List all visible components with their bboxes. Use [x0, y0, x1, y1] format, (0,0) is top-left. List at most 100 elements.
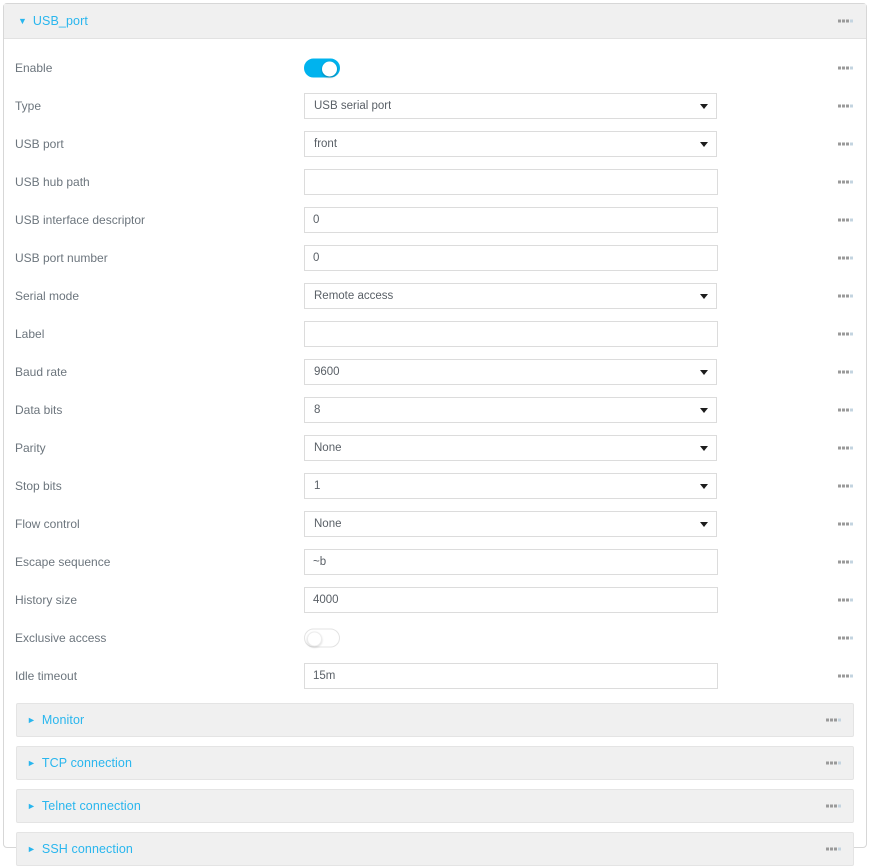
- input-idle-timeout[interactable]: [304, 663, 718, 689]
- drag-handle-icon: [838, 178, 853, 187]
- drag-handle-icon: [838, 64, 853, 73]
- select-serial-mode[interactable]: Remote access: [304, 283, 717, 309]
- row-drag-handle-baud-rate[interactable]: [838, 368, 853, 377]
- row-drag-handle-idle-timeout[interactable]: [838, 672, 853, 681]
- subsection-title-monitor: Monitor: [42, 713, 84, 727]
- chevron-right-icon[interactable]: ►: [27, 716, 36, 725]
- row-drag-handle-flow-control[interactable]: [838, 520, 853, 529]
- select-flow-control[interactable]: None: [304, 511, 717, 537]
- row-drag-handle-usb-port-number[interactable]: [838, 254, 853, 263]
- label-idle-timeout: Idle timeout: [15, 669, 77, 683]
- select-value-flow-control: None: [305, 518, 342, 530]
- subsection-title-tcp-connection: TCP connection: [42, 756, 132, 770]
- form-row-parity: ParityNone: [4, 429, 866, 467]
- drag-handle-icon: [838, 216, 853, 225]
- subsection-drag-handle-tcp-connection[interactable]: [826, 759, 841, 768]
- select-type[interactable]: USB serial port: [304, 93, 717, 119]
- input-label[interactable]: [304, 321, 718, 347]
- form-row-label: Label: [4, 315, 866, 353]
- section-drag-handle[interactable]: [838, 17, 853, 26]
- row-drag-handle-data-bits[interactable]: [838, 406, 853, 415]
- row-drag-handle-enable[interactable]: [838, 64, 853, 73]
- row-drag-handle-usb-interface-descriptor[interactable]: [838, 216, 853, 225]
- row-drag-handle-serial-mode[interactable]: [838, 292, 853, 301]
- input-history-size[interactable]: [304, 587, 718, 613]
- select-stop-bits[interactable]: 1: [304, 473, 717, 499]
- drag-handle-icon: [838, 330, 853, 339]
- field-usb-port-number: [304, 245, 718, 271]
- label-label: Label: [15, 327, 44, 341]
- input-escape-sequence[interactable]: [304, 549, 718, 575]
- toggle-knob: [322, 62, 337, 77]
- row-drag-handle-stop-bits[interactable]: [838, 482, 853, 491]
- subsection-ssh-connection[interactable]: ►SSH connection: [16, 832, 854, 866]
- row-drag-handle-label[interactable]: [838, 330, 853, 339]
- label-enable: Enable: [15, 61, 52, 75]
- toggle-enable[interactable]: [304, 59, 340, 78]
- drag-handle-icon: [838, 17, 853, 26]
- chevron-down-icon: [700, 104, 708, 109]
- select-usb-port[interactable]: front: [304, 131, 717, 157]
- row-drag-handle-escape-sequence[interactable]: [838, 558, 853, 567]
- row-drag-handle-type[interactable]: [838, 102, 853, 111]
- form-row-escape-sequence: Escape sequence: [4, 543, 866, 581]
- label-serial-mode: Serial mode: [15, 289, 79, 303]
- select-value-serial-mode: Remote access: [305, 290, 393, 302]
- subsection-telnet-connection[interactable]: ►Telnet connection: [16, 789, 854, 823]
- label-stop-bits: Stop bits: [15, 479, 62, 493]
- drag-handle-icon: [838, 368, 853, 377]
- row-drag-handle-parity[interactable]: [838, 444, 853, 453]
- field-baud-rate: 9600: [304, 359, 717, 385]
- select-value-data-bits: 8: [305, 404, 320, 416]
- toggle-exclusive-access[interactable]: [304, 629, 340, 648]
- label-usb-hub-path: USB hub path: [15, 175, 90, 189]
- form-row-flow-control: Flow control None: [4, 505, 866, 543]
- section-header-usb-port[interactable]: ▼ USB_port: [4, 4, 866, 39]
- drag-handle-icon: [838, 444, 853, 453]
- label-exclusive-access: Exclusive access: [15, 631, 106, 645]
- row-drag-handle-history-size[interactable]: [838, 596, 853, 605]
- drag-handle-icon: [838, 292, 853, 301]
- field-escape-sequence: [304, 549, 718, 575]
- drag-handle-icon: [838, 140, 853, 149]
- row-drag-handle-usb-hub-path[interactable]: [838, 178, 853, 187]
- field-data-bits: 8: [304, 397, 717, 423]
- select-data-bits[interactable]: 8: [304, 397, 717, 423]
- select-value-usb-port: front: [305, 138, 337, 150]
- row-drag-handle-usb-port[interactable]: [838, 140, 853, 149]
- form-row-type: TypeUSB serial port: [4, 87, 866, 125]
- subsection-drag-handle-ssh-connection[interactable]: [826, 845, 841, 854]
- label-flow-control: Flow control: [15, 517, 80, 531]
- input-usb-interface-descriptor[interactable]: [304, 207, 718, 233]
- subsection-monitor[interactable]: ► Monitor: [16, 703, 854, 737]
- form-row-data-bits: Data bits 8: [4, 391, 866, 429]
- input-usb-port-number[interactable]: [304, 245, 718, 271]
- subsection-drag-handle-telnet-connection[interactable]: [826, 802, 841, 811]
- label-usb-port-number: USB port number: [15, 251, 108, 265]
- label-data-bits: Data bits: [15, 403, 62, 417]
- label-usb-port: USB port: [15, 137, 64, 151]
- field-parity: None: [304, 435, 717, 461]
- form-row-exclusive-access: Exclusive access: [4, 619, 866, 657]
- select-parity[interactable]: None: [304, 435, 717, 461]
- row-drag-handle-exclusive-access[interactable]: [838, 634, 853, 643]
- drag-handle-icon: [838, 672, 853, 681]
- subsection-drag-handle-monitor[interactable]: [826, 716, 841, 725]
- drag-handle-icon: [838, 558, 853, 567]
- form-row-serial-mode: Serial mode Remote access: [4, 277, 866, 315]
- chevron-down-icon: [700, 446, 708, 451]
- chevron-right-icon[interactable]: ►: [27, 845, 36, 854]
- field-serial-mode: Remote access: [304, 283, 717, 309]
- select-baud-rate[interactable]: 9600: [304, 359, 717, 385]
- input-usb-hub-path[interactable]: [304, 169, 718, 195]
- subsection-tcp-connection[interactable]: ► TCP connection: [16, 746, 854, 780]
- form-row-usb-hub-path: USB hub path: [4, 163, 866, 201]
- drag-handle-icon: [838, 634, 853, 643]
- usb-port-config-panel: ▼ USB_port EnableTypeUSB serial portUSB …: [3, 3, 867, 848]
- chevron-down-icon[interactable]: ▼: [18, 17, 27, 26]
- chevron-right-icon[interactable]: ►: [27, 759, 36, 768]
- chevron-right-icon[interactable]: ►: [27, 802, 36, 811]
- chevron-down-icon: [700, 484, 708, 489]
- field-history-size: [304, 587, 718, 613]
- label-usb-interface-descriptor: USB interface descriptor: [15, 213, 145, 227]
